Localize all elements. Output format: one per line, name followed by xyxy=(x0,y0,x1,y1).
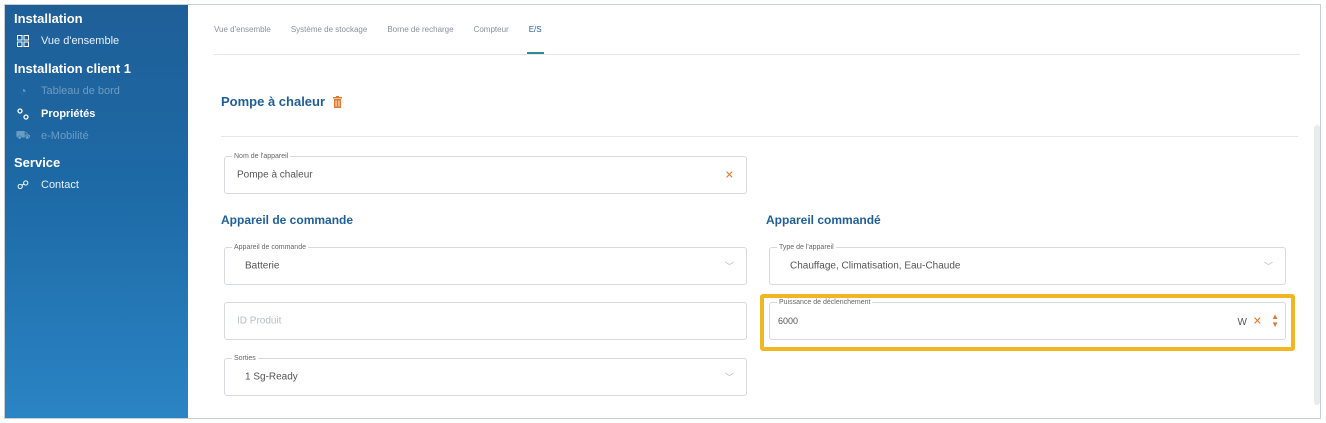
sidebar-item-contact[interactable]: ☍ Contact xyxy=(15,178,79,192)
car-icon: ⛟ xyxy=(15,128,31,142)
stepper-icon[interactable]: ▲ ▼ xyxy=(1271,313,1279,329)
unit-label: W xyxy=(1237,317,1247,328)
trash-icon[interactable] xyxy=(333,95,343,108)
chevron-down-icon: ﹀ xyxy=(1263,261,1273,272)
trigger-power-field[interactable]: Puissance de déclenchement 6000 W ✕ ▲ ▼ xyxy=(769,298,1286,340)
tab-overview[interactable]: Vue d'ensemble xyxy=(214,5,271,54)
product-id-placeholder[interactable]: ID Produit xyxy=(237,316,281,327)
page-title: Pompe à chaleur xyxy=(221,94,343,109)
sidebar-item-label: Contact xyxy=(41,179,79,191)
controller-heading: Appareil de commande xyxy=(221,213,354,227)
sidebar-item-properties[interactable]: Propriétés xyxy=(15,107,95,121)
device-type-select[interactable]: Type de l'appareil Chauffage, Climatisat… xyxy=(769,243,1286,285)
tab-io[interactable]: E/S xyxy=(526,5,544,54)
tab-charging-station[interactable]: Borne de recharge xyxy=(387,5,453,54)
sidebar-item-label: Propriétés xyxy=(41,108,96,120)
controlled-heading: Appareil commandé xyxy=(766,213,881,227)
device-type-value: Chauffage, Climatisation, Eau-Chaude xyxy=(790,260,961,272)
field-label: Puissance de déclenchement xyxy=(777,298,873,307)
field-label: Sorties xyxy=(232,354,258,363)
page-title-text: Pompe à chaleur xyxy=(221,94,326,109)
trigger-power-value[interactable]: 6000 xyxy=(778,316,798,326)
sidebar-item-label: Vue d'ensemble xyxy=(41,35,120,47)
app-window: Installation Vue d'ensemble Installation… xyxy=(4,4,1321,419)
tab-storage-system[interactable]: Système de stockage xyxy=(291,5,367,54)
tab-bar: Vue d'ensemble Système de stockage Borne… xyxy=(214,5,1300,55)
dashboard-icon: ◔ xyxy=(19,84,27,98)
grid-icon xyxy=(15,34,31,48)
tab-meter[interactable]: Compteur xyxy=(474,5,509,54)
controller-device-select[interactable]: Appareil de commande Batterie ﹀ xyxy=(224,243,747,285)
divider xyxy=(221,136,1298,137)
sidebar-section-installation-client: Installation client 1 xyxy=(14,61,132,76)
outputs-select[interactable]: Sorties 1 Sg-Ready ﹀ xyxy=(224,354,747,396)
field-label: Appareil de commande xyxy=(232,243,308,252)
sidebar-item-emobility[interactable]: ⛟ e-Mobilité xyxy=(15,128,89,143)
clear-icon[interactable]: ✕ xyxy=(1253,315,1262,328)
chevron-down-icon: ﹀ xyxy=(724,372,734,383)
product-id-field[interactable]: ID Produit xyxy=(224,302,747,340)
sidebar-item-label: e-Mobilité xyxy=(41,130,89,142)
field-label: Nom de l'appareil xyxy=(232,152,291,161)
device-name-value[interactable]: Pompe à chaleur xyxy=(237,170,313,181)
sidebar-item-dashboard[interactable]: ◔ Tableau de bord xyxy=(15,84,120,98)
device-name-field[interactable]: Nom de l'appareil Pompe à chaleur ✕ xyxy=(224,152,747,194)
clear-icon[interactable]: ✕ xyxy=(725,169,734,182)
outputs-value: 1 Sg-Ready xyxy=(245,371,298,383)
sidebar-item-label: Tableau de bord xyxy=(41,85,120,97)
sidebar-item-overview[interactable]: Vue d'ensemble xyxy=(15,34,119,48)
properties-icon xyxy=(15,107,31,121)
scrollbar[interactable] xyxy=(1314,125,1320,405)
controller-device-value: Batterie xyxy=(245,260,280,272)
main-content: Vue d'ensemble Système de stockage Borne… xyxy=(188,5,1320,418)
chevron-down-icon: ﹀ xyxy=(724,261,734,272)
sidebar: Installation Vue d'ensemble Installation… xyxy=(5,5,188,418)
sidebar-section-installation: Installation xyxy=(14,11,83,26)
field-label: Type de l'appareil xyxy=(777,243,836,252)
contact-icon: ☍ xyxy=(16,178,30,192)
sidebar-section-service: Service xyxy=(14,155,61,170)
